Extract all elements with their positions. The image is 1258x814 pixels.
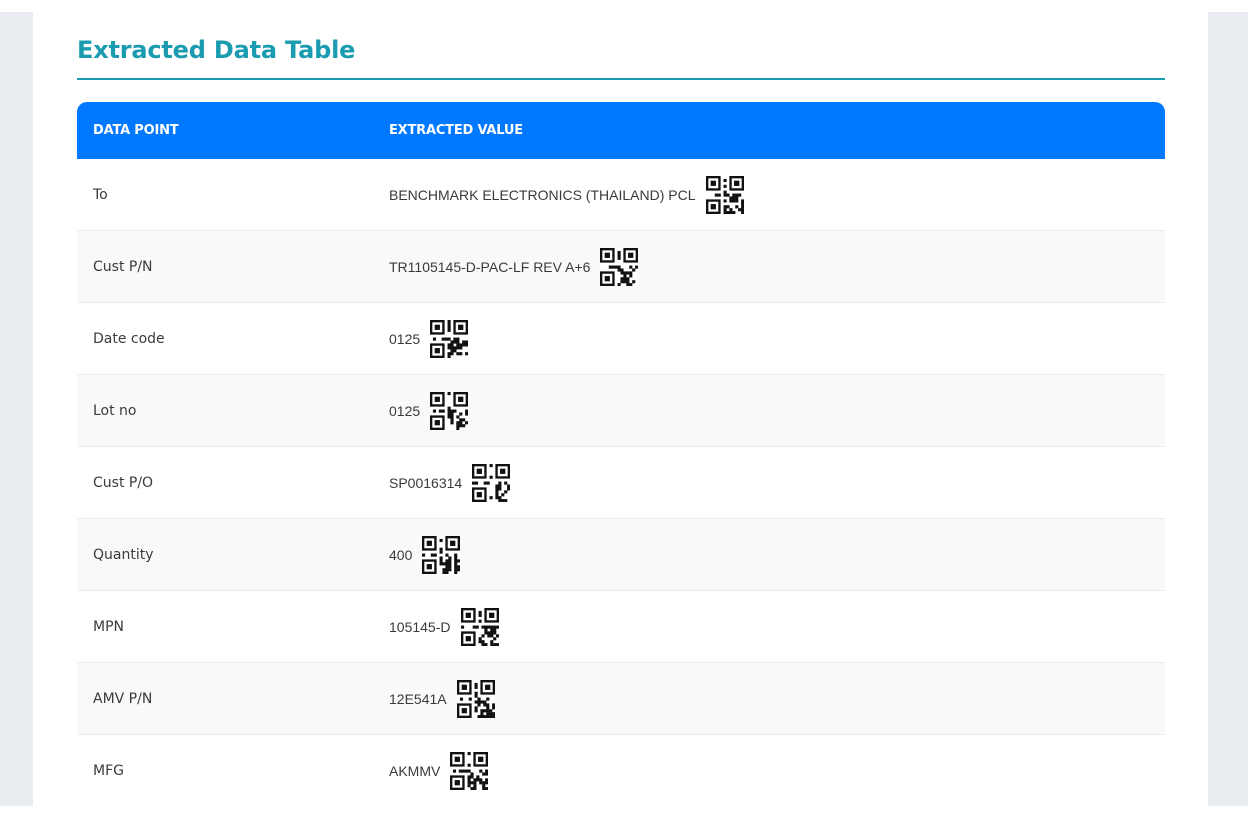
qr-code-icon xyxy=(422,535,461,574)
row-label: Cust P/O xyxy=(77,447,373,519)
content-card: Extracted Data Table DATA POINT EXTRACTE… xyxy=(33,12,1208,806)
qr-code-icon xyxy=(600,247,639,286)
table-row: Quantity 400 xyxy=(77,519,1165,591)
table-header-row: DATA POINT EXTRACTED VALUE xyxy=(77,102,1165,159)
table-row: Cust P/N TR1105145-D-PAC-LF REV A+6 xyxy=(77,231,1165,303)
row-value-cell: 400 xyxy=(373,519,1165,591)
row-value-cell: SP0016314 xyxy=(373,447,1165,519)
header-extracted-value: EXTRACTED VALUE xyxy=(373,102,1165,159)
table-row: Lot no 0125 xyxy=(77,375,1165,447)
row-value-cell: 0125 xyxy=(373,375,1165,447)
row-value: 0125 xyxy=(389,402,421,419)
value-wrap: BENCHMARK ELECTRONICS (THAILAND) PCL xyxy=(389,175,744,214)
table-row: AMV P/N 12E541A xyxy=(77,663,1165,735)
row-label: Lot no xyxy=(77,375,373,447)
value-wrap: SP0016314 xyxy=(389,463,511,502)
row-label: MFG xyxy=(77,735,373,806)
value-wrap: 12E541A xyxy=(389,679,495,718)
top-strip xyxy=(0,0,1258,12)
qr-code-icon xyxy=(472,463,511,502)
row-value: 105145-D xyxy=(389,618,451,635)
row-value: 0125 xyxy=(389,330,421,347)
row-value: AKMMV xyxy=(389,762,441,779)
qr-code-icon xyxy=(450,751,489,790)
row-value: BENCHMARK ELECTRONICS (THAILAND) PCL xyxy=(389,186,696,203)
value-wrap: 105145-D xyxy=(389,607,499,646)
row-label: MPN xyxy=(77,591,373,663)
section-title: Extracted Data Table xyxy=(77,36,356,64)
right-gutter xyxy=(1208,12,1248,806)
row-label: Quantity xyxy=(77,519,373,591)
value-wrap: 0125 xyxy=(389,391,469,430)
table-body: To BENCHMARK ELECTRONICS (THAILAND) PCL Cu… xyxy=(77,159,1165,806)
left-gutter xyxy=(12,12,33,806)
page: Extracted Data Table DATA POINT EXTRACTE… xyxy=(0,0,1258,814)
qr-code-icon xyxy=(430,391,469,430)
value-wrap: 0125 xyxy=(389,319,469,358)
header-data-point: DATA POINT xyxy=(77,102,373,159)
qr-code-icon xyxy=(705,175,744,214)
value-wrap: 400 xyxy=(389,535,461,574)
extracted-data-table: DATA POINT EXTRACTED VALUE To BENCHMARK E… xyxy=(77,102,1165,806)
row-value-cell: 0125 xyxy=(373,303,1165,375)
row-value: SP0016314 xyxy=(389,474,463,491)
row-label: Date code xyxy=(77,303,373,375)
qr-code-icon xyxy=(430,319,469,358)
table-row: MFG AKMMV xyxy=(77,735,1165,806)
table-row: MPN 105145-D xyxy=(77,591,1165,663)
title-divider xyxy=(77,78,1165,80)
row-value: 12E541A xyxy=(389,690,447,707)
table-row: Date code 0125 xyxy=(77,303,1165,375)
table-row: To BENCHMARK ELECTRONICS (THAILAND) PCL xyxy=(77,159,1165,231)
qr-code-icon xyxy=(460,607,499,646)
row-value-cell: AKMMV xyxy=(373,735,1165,806)
row-value: TR1105145-D-PAC-LF REV A+6 xyxy=(389,258,591,275)
row-value-cell: TR1105145-D-PAC-LF REV A+6 xyxy=(373,231,1165,303)
row-label: Cust P/N xyxy=(77,231,373,303)
table-row: Cust P/O SP0016314 xyxy=(77,447,1165,519)
bottom-strip xyxy=(0,806,1258,814)
row-value-cell: 105145-D xyxy=(373,591,1165,663)
row-label: To xyxy=(77,159,373,231)
qr-code-icon xyxy=(456,679,495,718)
row-value: 400 xyxy=(389,546,413,563)
row-value-cell: 12E541A xyxy=(373,663,1165,735)
value-wrap: AKMMV xyxy=(389,751,489,790)
row-label: AMV P/N xyxy=(77,663,373,735)
row-value-cell: BENCHMARK ELECTRONICS (THAILAND) PCL xyxy=(373,159,1165,231)
value-wrap: TR1105145-D-PAC-LF REV A+6 xyxy=(389,247,639,286)
right-edge xyxy=(1248,0,1258,814)
